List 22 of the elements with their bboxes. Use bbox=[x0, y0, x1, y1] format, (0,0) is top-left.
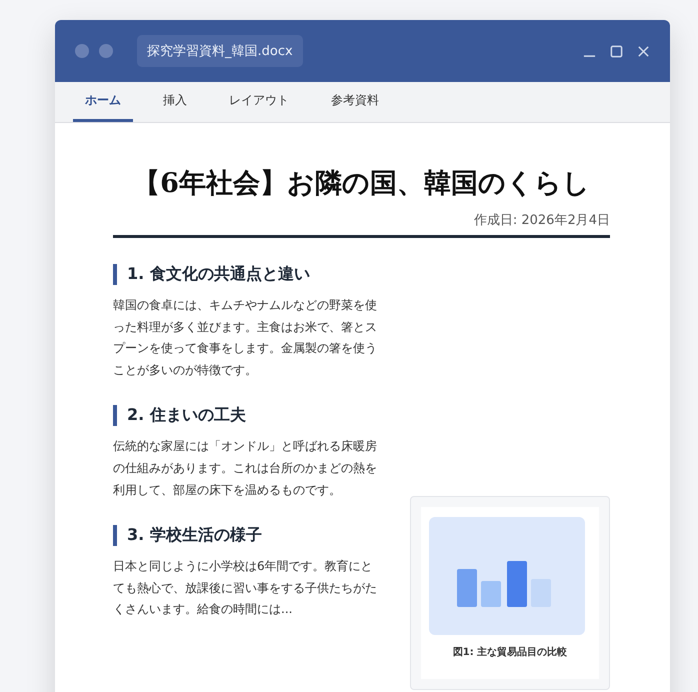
document-title: 【6年社会】お隣の国、韓国のくらし bbox=[132, 167, 591, 201]
ribbon-tab[interactable]: レイアウト bbox=[217, 82, 301, 122]
section-paragraph: 伝統的な家屋には「オンドル」と呼ばれる床暖房の仕組みがあります。これは台所のかまどの熱を利用して、部屋の床下を温めるものです。 bbox=[113, 438, 378, 499]
figure-caption: 図1: 主な貿易品目の比較 bbox=[452, 645, 568, 659]
maximize-icon[interactable] bbox=[610, 44, 623, 58]
chart-bar bbox=[531, 579, 551, 607]
creation-date: 作成日: 2026年2月4日 bbox=[472, 212, 610, 229]
section-heading: 1. 食文化の共通点と違い bbox=[113, 264, 382, 285]
window-dot-icon[interactable] bbox=[75, 44, 89, 58]
chart-bar bbox=[507, 561, 527, 607]
chart-bar bbox=[457, 569, 477, 607]
chart-bar bbox=[481, 581, 501, 607]
section-paragraph: 日本と同じように小学校は6年間です。教育にとても熱心で、放課後に習い事をする子供たちがたくさんいます。給食の時間には... bbox=[113, 558, 378, 618]
section-heading: 2. 住まいの工夫 bbox=[113, 405, 382, 426]
section-heading: 3. 学校生活の様子 bbox=[113, 525, 382, 546]
section-paragraph: 韓国の食卓には、キムチやナムルなどの野菜を使った料理が多く並びます。主食はお米で、箸とスプーンを使って食事をします。金属製の箸を使うことが多いのが特徴です。 bbox=[113, 297, 378, 379]
window-title: 探究学習資料_韓国.docx bbox=[137, 35, 303, 67]
ribbon-tab[interactable]: 挿入 bbox=[151, 82, 199, 122]
ribbon-tab[interactable]: ホーム bbox=[73, 82, 133, 122]
window-dot-icon[interactable] bbox=[99, 44, 113, 58]
close-icon[interactable] bbox=[637, 44, 650, 58]
ribbon-tab[interactable]: 参考資料 bbox=[319, 82, 391, 122]
